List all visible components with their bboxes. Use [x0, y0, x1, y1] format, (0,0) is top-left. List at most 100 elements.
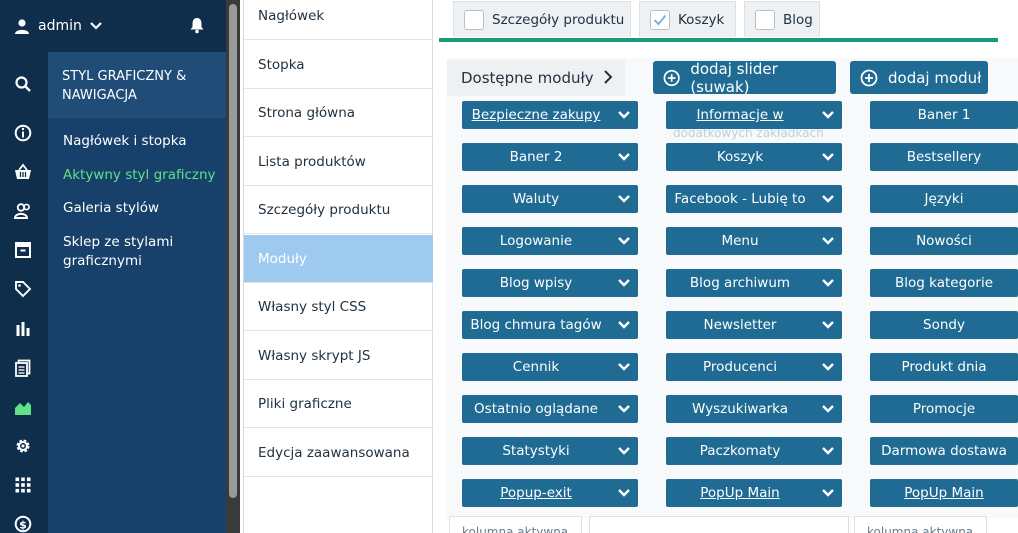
menu-item-home[interactable]: Strona główna: [244, 89, 433, 137]
section-item-style-gallery[interactable]: Galeria stylów: [63, 199, 221, 218]
chevron-down-icon[interactable]: [617, 235, 631, 247]
menu-item-footer[interactable]: Stopka: [244, 41, 433, 89]
module-label: Wyszukiwarka: [691, 401, 789, 417]
basket-icon[interactable]: [12, 161, 34, 183]
menu-item-custom-js[interactable]: Własny skrypt JS: [244, 332, 433, 380]
available-modules-header[interactable]: Dostępne moduły: [447, 60, 625, 96]
plus-circle-icon: [663, 69, 680, 86]
module-button[interactable]: PopUp Main: [870, 479, 1018, 507]
column-active-2[interactable]: kolumna aktywna: [854, 516, 987, 533]
chevron-down-icon[interactable]: [617, 319, 631, 331]
chevron-down-icon[interactable]: [821, 235, 835, 247]
chevron-down-icon[interactable]: [821, 109, 835, 121]
module-label: PopUp Main: [700, 485, 780, 501]
chevron-down-icon[interactable]: [821, 193, 835, 205]
module-button[interactable]: Nowości: [870, 227, 1018, 255]
module-label: Baner 2: [509, 149, 563, 165]
chevron-down-icon[interactable]: [821, 361, 835, 373]
pages-icon[interactable]: [12, 357, 34, 379]
module-button[interactable]: Promocje: [870, 395, 1018, 423]
module-button[interactable]: Popup-exit: [462, 479, 638, 507]
checkbox-checked[interactable]: [650, 9, 670, 30]
module-label: Nowości: [916, 233, 972, 249]
module-button[interactable]: Facebook - Lubię to: [666, 185, 842, 213]
section-item-active-style[interactable]: Aktywny styl graficzny: [63, 166, 221, 185]
module-button[interactable]: Wyszukiwarka: [666, 395, 842, 423]
module-button[interactable]: Cennik: [462, 353, 638, 381]
search-icon[interactable]: [12, 73, 34, 95]
module-button[interactable]: Waluty: [462, 185, 638, 213]
menu-item-product-details[interactable]: Szczegóły produktu: [244, 186, 433, 234]
module-button[interactable]: Blog chmura tagów: [462, 311, 638, 339]
module-button[interactable]: Koszyk: [666, 143, 842, 171]
module-button[interactable]: Blog archiwum: [666, 269, 842, 297]
module-button[interactable]: Blog wpisy: [462, 269, 638, 297]
check-icon: [653, 14, 667, 25]
module-button[interactable]: Blog kategorie: [870, 269, 1018, 297]
apps-icon[interactable]: [12, 474, 34, 496]
chevron-down-icon[interactable]: [821, 319, 835, 331]
tag-icon[interactable]: [12, 278, 34, 300]
module-label: PopUp Main: [904, 485, 984, 501]
module-button[interactable]: Newsletter: [666, 311, 842, 339]
menu-item-modules[interactable]: Moduły: [244, 235, 433, 283]
section-item-style-shop[interactable]: Sklep ze stylami graficznymi: [63, 233, 221, 271]
info-icon[interactable]: [12, 122, 34, 144]
add-module-button[interactable]: dodaj moduł: [850, 61, 988, 94]
module-label: Darmowa dostawa: [881, 443, 1007, 459]
chevron-down-icon[interactable]: [821, 445, 835, 457]
menu-item-custom-css[interactable]: Własny styl CSS: [244, 283, 433, 331]
module-button[interactable]: Baner 1: [870, 101, 1018, 129]
chevron-down-icon[interactable]: [617, 151, 631, 163]
chevron-down-icon[interactable]: [617, 487, 631, 499]
module-button[interactable]: Statystyki: [462, 437, 638, 465]
module-button[interactable]: Języki: [870, 185, 1018, 213]
menu-item-advanced-edit[interactable]: Edycja zaawansowana: [244, 429, 433, 477]
module-button[interactable]: Darmowa dostawa: [870, 437, 1018, 465]
module-button[interactable]: Producenci: [666, 353, 842, 381]
tab-product-details[interactable]: Szczegóły produktu: [453, 1, 631, 37]
scrollbar-thumb[interactable]: [229, 4, 237, 498]
chevron-down-icon[interactable]: [617, 361, 631, 373]
chevron-down-icon[interactable]: [821, 487, 835, 499]
module-button[interactable]: PopUp Main: [666, 479, 842, 507]
tab-cart[interactable]: Koszyk: [639, 1, 736, 37]
menu-item-product-list[interactable]: Lista produktów: [244, 138, 433, 186]
menu-item-header[interactable]: Nagłówek: [244, 0, 433, 40]
module-button[interactable]: Produkt dnia: [870, 353, 1018, 381]
add-slider-button[interactable]: dodaj slider (suwak): [653, 60, 836, 96]
column-active-1[interactable]: kolumna aktywna: [449, 516, 582, 533]
tab-underline: [439, 38, 998, 42]
box-icon[interactable]: [12, 239, 34, 261]
bell-icon[interactable]: [188, 16, 206, 34]
module-button[interactable]: Logowanie: [462, 227, 638, 255]
chevron-down-icon[interactable]: [617, 109, 631, 121]
module-button[interactable]: Baner 2: [462, 143, 638, 171]
module-button[interactable]: Bezpieczne zakupy: [462, 101, 638, 129]
content-area: Szczegóły produktu Koszyk Blog Dostępne …: [433, 0, 1018, 533]
graphics-icon[interactable]: [12, 396, 34, 418]
module-button[interactable]: Informacje w: [666, 101, 842, 129]
chevron-down-icon[interactable]: [617, 403, 631, 415]
chevron-down-icon[interactable]: [617, 193, 631, 205]
checkbox[interactable]: [464, 9, 484, 30]
chevron-down-icon[interactable]: [821, 151, 835, 163]
menu-item-graphic-files[interactable]: Pliki graficzne: [244, 380, 433, 428]
chevron-down-icon[interactable]: [821, 403, 835, 415]
module-button[interactable]: Ostatnio oglądane: [462, 395, 638, 423]
module-button[interactable]: Menu: [666, 227, 842, 255]
users-icon[interactable]: [12, 200, 34, 222]
chevron-down-icon[interactable]: [617, 445, 631, 457]
section-item-header-footer[interactable]: Nagłówek i stopka: [63, 132, 221, 151]
chevron-down-icon[interactable]: [821, 277, 835, 289]
module-button[interactable]: Sondy: [870, 311, 1018, 339]
module-button[interactable]: Paczkomaty: [666, 437, 842, 465]
dollar-icon[interactable]: $: [12, 513, 34, 533]
tab-blog[interactable]: Blog: [744, 1, 820, 37]
gear-icon[interactable]: [12, 435, 34, 457]
module-button[interactable]: Bestsellery: [870, 143, 1018, 171]
stats-icon[interactable]: [12, 318, 34, 340]
chevron-down-icon[interactable]: [617, 277, 631, 289]
checkbox[interactable]: [755, 9, 775, 30]
user-menu[interactable]: admin: [14, 14, 102, 38]
